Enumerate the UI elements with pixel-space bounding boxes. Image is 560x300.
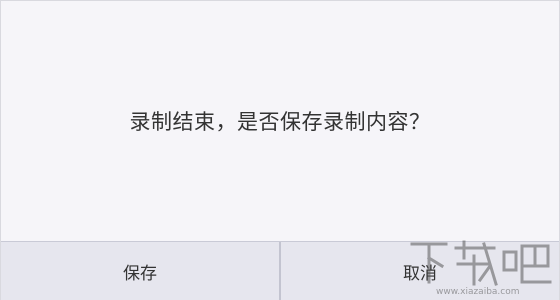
- save-button[interactable]: 保存: [1, 242, 281, 300]
- dialog-message: 录制结束，是否保存录制内容？: [129, 110, 431, 134]
- save-recording-dialog: 录制结束，是否保存录制内容？ 保存 取消: [0, 0, 560, 300]
- cancel-button[interactable]: 取消: [281, 242, 559, 300]
- dialog-body: 录制结束，是否保存录制内容？: [1, 1, 559, 241]
- dialog-button-bar: 保存 取消: [1, 241, 559, 300]
